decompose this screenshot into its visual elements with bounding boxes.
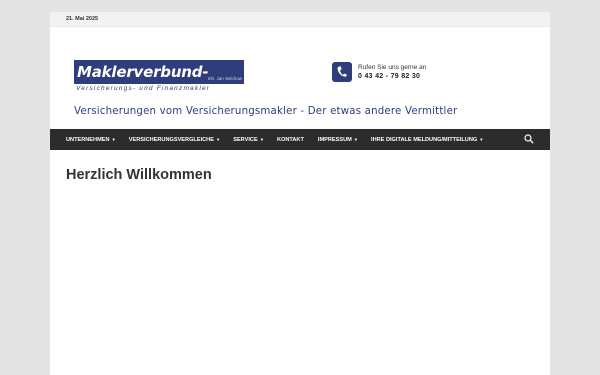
logo-owner: Inh. Jan Selchow: [207, 76, 242, 81]
logo-subtitle: Versicherungs- und Finanzmakler: [76, 85, 211, 92]
nav-label: VERSICHERUNGSVERGLEICHE: [128, 136, 214, 143]
phone-icon-glyph: [337, 66, 347, 77]
nav-label: UNTERNEHMEN: [66, 136, 110, 143]
chevron-down-icon: ▾: [354, 136, 358, 142]
nav-item-kontakt[interactable]: KONTAKT: [277, 137, 304, 143]
nav-label: KONTAKT: [276, 136, 304, 143]
phone-icon: [332, 62, 352, 82]
main-navigation: UNTERNEHMEN ▾ VERSICHERUNGSVERGLEICHE ▾ …: [50, 129, 550, 150]
site-tagline: Versicherungen vom Versicherungsmakler -…: [74, 106, 458, 117]
nav-label: IMPRESSUM: [317, 136, 352, 143]
site-header: Maklerverbund-Nord Inh. Jan Selchow Vers…: [50, 27, 550, 129]
nav-item-impressum[interactable]: IMPRESSUM ▾: [318, 137, 357, 143]
main-content: Herzlich Willkommen: [66, 167, 212, 183]
nav-item-service[interactable]: SERVICE ▾: [233, 137, 263, 143]
chevron-down-icon: ▾: [216, 136, 220, 142]
page-container: 21. Mai 2025 Maklerverbund-Nord Inh. Jan…: [50, 12, 550, 375]
site-logo[interactable]: Maklerverbund-Nord Inh. Jan Selchow Vers…: [74, 60, 244, 105]
nav-item-versicherungsvergleiche[interactable]: VERSICHERUNGSVERGLEICHE ▾: [129, 137, 219, 143]
chevron-down-icon: ▾: [112, 136, 115, 142]
chevron-down-icon: ▾: [260, 136, 263, 142]
nav-label: IHRE DIGITALE MELDUNG/MITTEILUNG: [371, 136, 478, 143]
contact-phone[interactable]: Rufen Sie uns gerne an 0 43 42 - 79 82 3…: [332, 62, 426, 82]
nav-label: SERVICE: [233, 136, 258, 143]
page-title: Herzlich Willkommen: [66, 167, 212, 183]
search-icon[interactable]: [524, 134, 534, 144]
chevron-down-icon: ▾: [480, 136, 483, 142]
nav-item-unternehmen[interactable]: UNTERNEHMEN ▾: [66, 137, 115, 143]
nav-item-digitale-meldung[interactable]: IHRE DIGITALE MELDUNG/MITTEILUNG ▾: [371, 137, 482, 143]
phone-label: Rufen Sie uns gerne an: [358, 64, 427, 71]
top-bar: 21. Mai 2025: [50, 12, 550, 27]
phone-number[interactable]: 0 43 42 - 79 82 30: [358, 72, 426, 81]
current-date: 21. Mai 2025: [66, 16, 99, 22]
